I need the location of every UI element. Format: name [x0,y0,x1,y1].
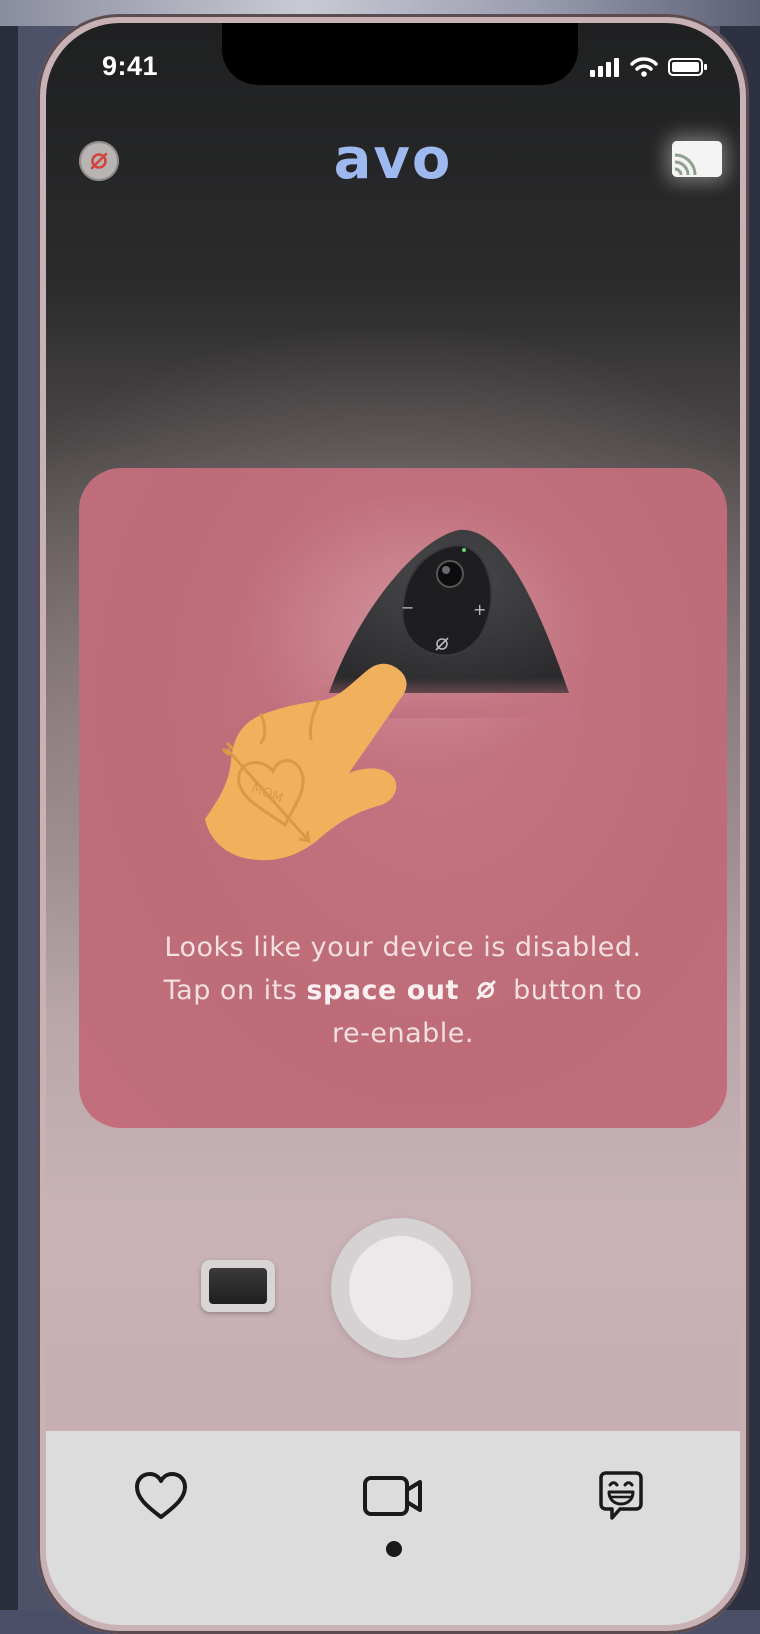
message-line-3: re-enable. [332,1018,474,1049]
app-logo: avo [333,127,453,192]
cast-button[interactable] [672,141,722,177]
device-minus-label: − [401,598,414,617]
preview-thumbnail-button[interactable] [201,1260,275,1312]
device-plus-label: + [473,600,486,619]
device-disabled-card: − + MOM Looks like your device is disabl… [79,468,727,1128]
message-line-2: Tap on its space out button to [99,969,707,1012]
video-camera-icon [363,1476,422,1516]
space-out-inline-icon [476,980,496,1000]
tab-chat[interactable] [586,1461,656,1531]
notch [222,23,578,85]
status-bar: 9:41 [46,23,740,113]
top-bar: avo [46,123,740,193]
chat-emoji-icon [599,1471,643,1520]
wifi-icon [630,57,658,77]
message-bold: space out [306,975,459,1006]
battery-icon [668,58,707,76]
tab-bar [46,1431,740,1625]
signal-icon [590,58,619,77]
tab-favorites[interactable] [126,1461,196,1531]
status-time: 9:41 [102,51,159,81]
tab-camera[interactable] [358,1461,428,1531]
cast-icon [672,141,722,177]
shutter-button[interactable] [331,1218,471,1358]
heart-icon [135,1472,187,1519]
message-suffix: button to [513,975,643,1006]
camera-controls [46,1213,740,1373]
shutter-inner [349,1236,453,1340]
message-line-1: Looks like your device is disabled. [164,932,642,963]
phone-frame: 9:41 avo − + MOM Looks like your device … [37,14,749,1634]
preview-thumbnail [209,1268,267,1304]
disabled-message: Looks like your device is disabled. Tap … [99,926,707,1055]
pointing-hand-illustration: MOM [205,663,407,861]
phone-screen: 9:41 avo − + MOM Looks like your device … [46,23,740,1625]
message-prefix: Tap on its [163,975,298,1006]
active-tab-indicator [386,1541,402,1557]
status-icons [590,57,708,77]
